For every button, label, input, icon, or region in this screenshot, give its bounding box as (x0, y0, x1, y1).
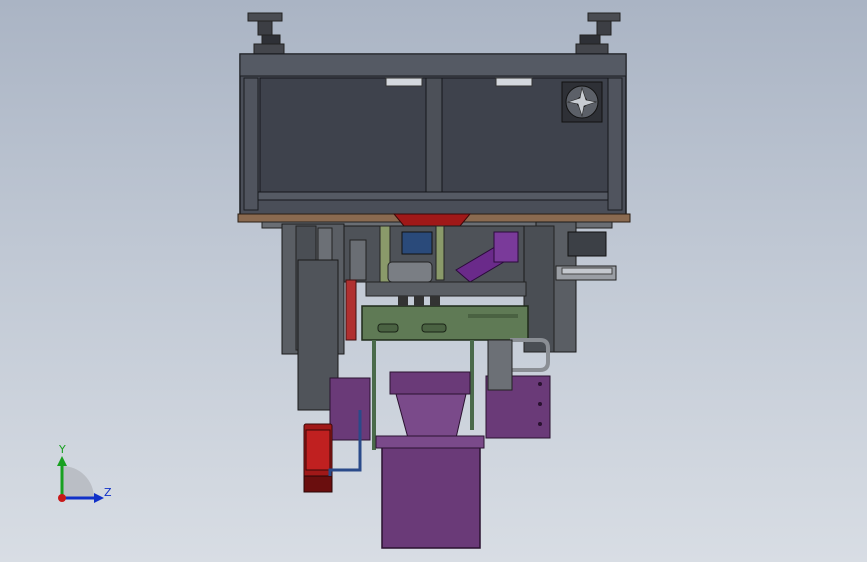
central-mechanism (343, 225, 527, 297)
chute-rim (375, 435, 485, 449)
cad-3d-viewport[interactable]: Y Z (0, 0, 867, 562)
z-axis-arrow (94, 493, 104, 503)
purple-block-left (329, 377, 371, 441)
leveling-foot-left (247, 12, 285, 55)
red-housing (392, 213, 472, 227)
fan-icon (561, 81, 603, 123)
y-axis-arrow (57, 456, 67, 466)
view-orientation-triad[interactable]: Y Z (57, 443, 112, 503)
purple-chute (381, 445, 481, 549)
red-motor (303, 423, 333, 493)
green-plate (361, 305, 529, 341)
leveling-foot-right (575, 12, 621, 55)
triad-plane-wedge (62, 466, 94, 498)
cabinet-body (239, 53, 627, 217)
origin-dot (58, 494, 66, 502)
z-axis-label: Z (104, 486, 112, 499)
y-axis-label: Y (58, 443, 66, 456)
